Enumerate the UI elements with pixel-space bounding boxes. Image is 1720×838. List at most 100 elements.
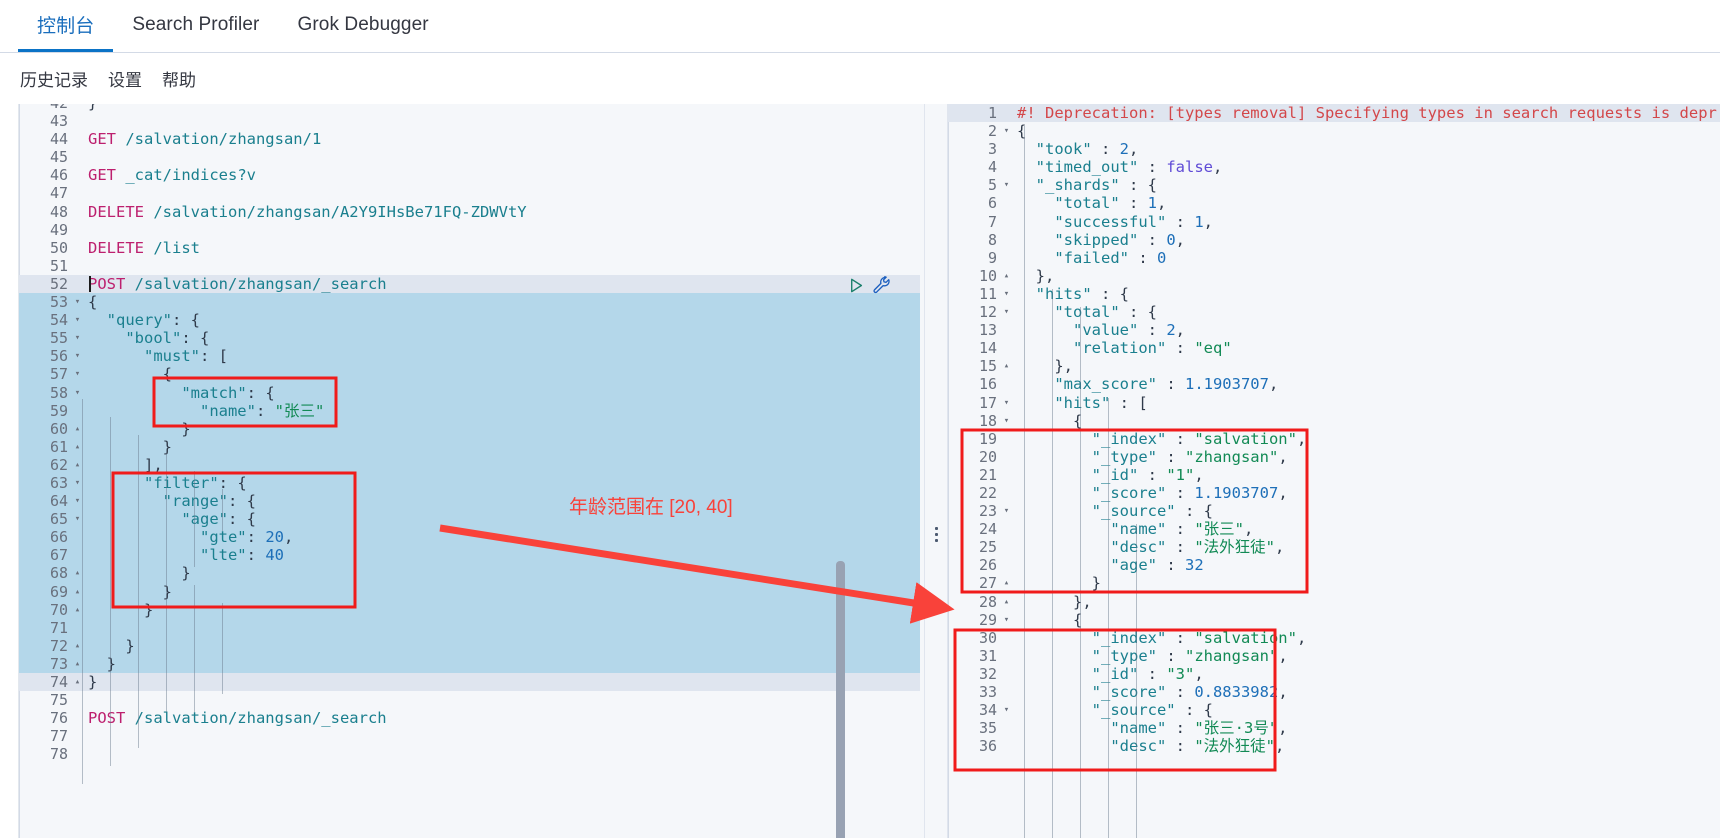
drag-handle-icon[interactable] bbox=[928, 514, 944, 554]
code-line[interactable]: 25 "desc" : "法外狂徒", bbox=[948, 538, 1720, 556]
code-line[interactable]: 43 bbox=[19, 112, 920, 130]
code-line[interactable]: 53 ▾{ bbox=[19, 293, 920, 312]
code-line[interactable]: 77 bbox=[19, 727, 920, 745]
code-line[interactable]: 21 "_id" : "1", bbox=[948, 466, 1720, 484]
fold-toggle-icon[interactable]: ▴ bbox=[1000, 267, 1013, 285]
code-line[interactable]: 46 GET _cat/indices?v bbox=[19, 166, 920, 184]
code-line[interactable]: 68 ▴ } bbox=[19, 564, 920, 583]
code-line[interactable]: 59 "name": "张三" bbox=[19, 401, 920, 420]
code-line[interactable]: 74 ▴} bbox=[19, 673, 920, 692]
fold-toggle-icon[interactable]: ▴ bbox=[1000, 593, 1013, 611]
code-line[interactable]: 45 bbox=[19, 148, 920, 166]
code-line[interactable]: 10 ▴ }, bbox=[948, 267, 1720, 285]
fold-toggle-icon[interactable]: ▾ bbox=[1000, 394, 1013, 412]
code-line[interactable]: 2 ▾{ bbox=[948, 122, 1720, 140]
fold-toggle-icon[interactable]: ▴ bbox=[1000, 574, 1013, 592]
code-line[interactable]: 16 "max_score" : 1.1903707, bbox=[948, 375, 1720, 393]
code-line[interactable]: 60 ▴ } bbox=[19, 419, 920, 438]
fold-toggle-icon[interactable]: ▾ bbox=[1000, 176, 1013, 194]
code-line[interactable]: 17 ▾ "hits" : [ bbox=[948, 394, 1720, 412]
left-pane-scrollbar[interactable] bbox=[836, 561, 845, 838]
code-line[interactable]: 18 ▾ { bbox=[948, 412, 1720, 430]
code-line[interactable]: 61 ▴ } bbox=[19, 437, 920, 456]
fold-toggle-icon[interactable]: ▾ bbox=[71, 347, 84, 365]
code-line[interactable]: 1 #! Deprecation: [types removal] Specify… bbox=[948, 104, 1720, 123]
code-line[interactable]: 6 "total" : 1, bbox=[948, 194, 1720, 212]
code-line[interactable]: 58 ▾ "match": { bbox=[19, 383, 920, 402]
code-line[interactable]: 71 bbox=[19, 618, 920, 637]
code-line[interactable]: 30 "_index" : "salvation", bbox=[948, 629, 1720, 647]
code-line[interactable]: 65 ▾ "age": { bbox=[19, 510, 920, 529]
code-line[interactable]: 33 "_score" : 0.8833982, bbox=[948, 683, 1720, 701]
code-line[interactable]: 29 ▾ { bbox=[948, 611, 1720, 629]
code-line[interactable]: 47 bbox=[19, 184, 920, 202]
code-line[interactable]: 49 bbox=[19, 221, 920, 239]
code-line[interactable]: 22 "_score" : 1.1903707, bbox=[948, 484, 1720, 502]
code-line[interactable]: 27 ▴ } bbox=[948, 574, 1720, 592]
code-line[interactable]: 44 GET /salvation/zhangsan/1 bbox=[19, 130, 920, 148]
fold-toggle-icon[interactable]: ▾ bbox=[1000, 502, 1013, 520]
code-line[interactable]: 31 "_type" : "zhangsan", bbox=[948, 647, 1720, 665]
code-line[interactable]: 12 ▾ "total" : { bbox=[948, 303, 1720, 321]
code-line[interactable]: 69 ▴ } bbox=[19, 582, 920, 601]
code-line[interactable]: 35 "name" : "张三·3号", bbox=[948, 719, 1720, 737]
code-line[interactable]: 55 ▾ "bool": { bbox=[19, 329, 920, 348]
code-line[interactable]: 67 "lte": 40 bbox=[19, 546, 920, 565]
code-line[interactable]: 52 POST /salvation/zhangsan/_search bbox=[19, 274, 920, 294]
code-line[interactable]: 36 "desc" : "法外狂徒", bbox=[948, 737, 1720, 755]
response-viewer[interactable]: 1 #! Deprecation: [types removal] Specify… bbox=[948, 104, 1720, 838]
code-line[interactable]: 63 ▾ "filter": { bbox=[19, 473, 920, 493]
fold-toggle-icon[interactable]: ▾ bbox=[71, 311, 84, 329]
code-line[interactable]: 48 DELETE /salvation/zhangsan/A2Y9IHsBe71… bbox=[19, 203, 920, 221]
code-line[interactable]: 76 POST /salvation/zhangsan/_search bbox=[19, 709, 920, 727]
code-line[interactable]: 62 ▴ ], bbox=[19, 455, 920, 474]
menu-history[interactable]: 历史记录 bbox=[20, 66, 88, 91]
code-line[interactable]: 15 ▴ }, bbox=[948, 357, 1720, 375]
code-line[interactable]: 26 "age" : 32 bbox=[948, 556, 1720, 574]
fold-toggle-icon[interactable]: ▾ bbox=[71, 329, 84, 347]
fold-toggle-icon[interactable]: ▾ bbox=[1000, 701, 1013, 719]
code-line[interactable]: 64 ▾ "range": { bbox=[19, 492, 920, 511]
code-line[interactable]: 28 ▴ }, bbox=[948, 593, 1720, 611]
play-icon[interactable] bbox=[848, 277, 865, 294]
fold-toggle-icon[interactable]: ▾ bbox=[71, 365, 84, 383]
code-line[interactable]: 14 "relation" : "eq" bbox=[948, 339, 1720, 357]
code-line[interactable]: 4 "timed_out" : false, bbox=[948, 158, 1720, 176]
code-line[interactable]: 75 bbox=[19, 691, 920, 709]
wrench-icon[interactable] bbox=[873, 276, 892, 295]
code-line[interactable]: 72 ▴ } bbox=[19, 636, 920, 655]
code-line[interactable]: 78 bbox=[19, 745, 920, 763]
code-line[interactable]: 8 "skipped" : 0, bbox=[948, 231, 1720, 249]
request-editor[interactable]: 42}4344GET /salvation/zhangsan/14546GET … bbox=[0, 104, 920, 838]
code-line[interactable]: 50 DELETE /list bbox=[19, 239, 920, 257]
code-line[interactable]: 32 "_id" : "3", bbox=[948, 665, 1720, 683]
code-line[interactable]: 23 ▾ "_source" : { bbox=[948, 502, 1720, 520]
fold-toggle-icon[interactable]: ▴ bbox=[1000, 357, 1013, 375]
code-line[interactable]: 66 "gte": 20, bbox=[19, 528, 920, 547]
tab-console[interactable]: 控制台 bbox=[18, 0, 114, 52]
tab-grok-debugger[interactable]: Grok Debugger bbox=[278, 0, 447, 52]
code-line[interactable]: 3 "took" : 2, bbox=[948, 140, 1720, 158]
fold-toggle-icon[interactable]: ▾ bbox=[1000, 611, 1013, 629]
code-line[interactable]: 34 ▾ "_source" : { bbox=[948, 701, 1720, 719]
code-line[interactable]: 7 "successful" : 1, bbox=[948, 213, 1720, 231]
code-line[interactable]: 9 "failed" : 0 bbox=[948, 249, 1720, 267]
code-line[interactable]: 24 "name" : "张三", bbox=[948, 520, 1720, 538]
code-line[interactable]: 5 ▾ "_shards" : { bbox=[948, 176, 1720, 194]
menu-help[interactable]: 帮助 bbox=[162, 66, 196, 91]
code-line[interactable]: 57 ▾ { bbox=[19, 365, 920, 384]
code-line[interactable]: 19 "_index" : "salvation", bbox=[948, 430, 1720, 448]
code-line[interactable]: 51 bbox=[19, 257, 920, 275]
code-line[interactable]: 73 ▴ } bbox=[19, 654, 920, 673]
code-line[interactable]: 56 ▾ "must": [ bbox=[19, 347, 920, 366]
menu-settings[interactable]: 设置 bbox=[108, 66, 142, 91]
request-actions[interactable] bbox=[848, 276, 892, 295]
fold-toggle-icon[interactable]: ▾ bbox=[71, 293, 84, 311]
code-line[interactable]: 70 ▴ } bbox=[19, 600, 920, 619]
code-line[interactable]: 20 "_type" : "zhangsan", bbox=[948, 448, 1720, 466]
code-line[interactable]: 42} bbox=[19, 104, 920, 112]
fold-toggle-icon[interactable]: ▾ bbox=[1000, 122, 1013, 140]
fold-toggle-icon[interactable]: ▾ bbox=[1000, 303, 1013, 321]
code-line[interactable]: 54 ▾ "query": { bbox=[19, 311, 920, 330]
tab-search-profiler[interactable]: Search Profiler bbox=[113, 0, 278, 52]
